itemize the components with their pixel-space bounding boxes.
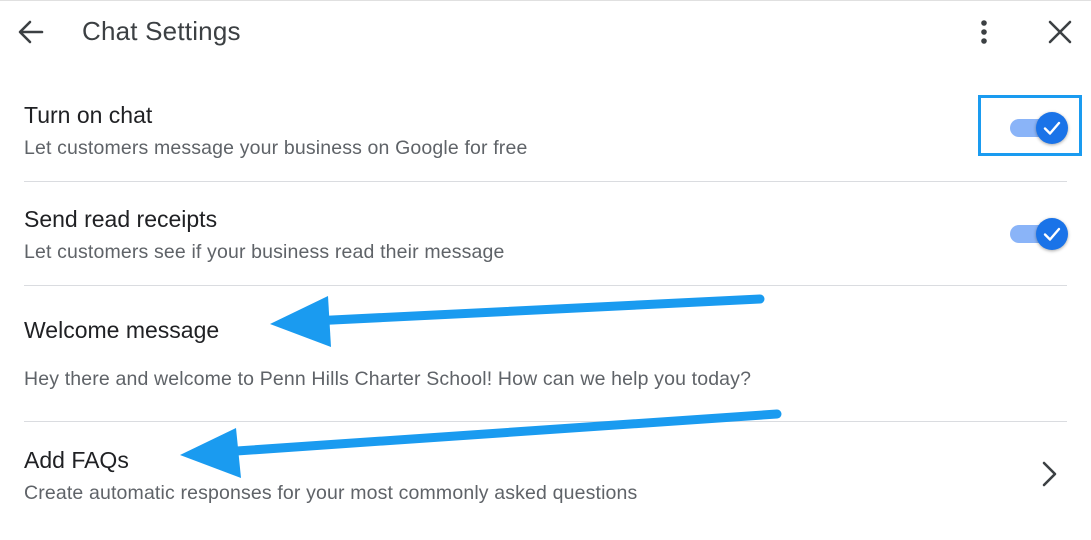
- arrow-left-icon[interactable]: [12, 14, 48, 50]
- header-bar: Chat Settings: [0, 0, 1091, 66]
- more-vert-icon[interactable]: [966, 14, 1002, 50]
- setting-row-send-read-receipts[interactable]: Send read receipts Let customers see if …: [0, 200, 1091, 286]
- setting-title: Add FAQs: [24, 447, 129, 473]
- toggle-thumb: [1036, 218, 1068, 250]
- focus-highlight-box: [978, 95, 1082, 156]
- chevron-right-icon[interactable]: [1034, 456, 1064, 492]
- divider: [24, 181, 1067, 182]
- setting-row-welcome-message[interactable]: Welcome message Hey there and welcome to…: [0, 310, 1091, 410]
- divider: [24, 285, 1067, 286]
- setting-title: Turn on chat: [24, 102, 153, 128]
- setting-row-turn-on-chat[interactable]: Turn on chat Let customers message your …: [0, 96, 1091, 182]
- divider: [24, 421, 1067, 422]
- close-icon[interactable]: [1042, 14, 1078, 50]
- send-read-receipts-toggle[interactable]: [1008, 216, 1070, 252]
- setting-subtitle: Let customers see if your business read …: [24, 241, 505, 263]
- setting-subtitle: Create automatic responses for your most…: [24, 482, 638, 504]
- setting-title: Welcome message: [24, 317, 220, 343]
- setting-row-add-faqs[interactable]: Add FAQs Create automatic responses for …: [0, 441, 1091, 521]
- setting-title: Send read receipts: [24, 206, 218, 232]
- check-icon: [1043, 227, 1061, 241]
- page-title: Chat Settings: [82, 16, 241, 46]
- setting-subtitle: Let customers message your business on G…: [24, 137, 528, 159]
- welcome-message-text: Hey there and welcome to Penn Hills Char…: [24, 368, 752, 390]
